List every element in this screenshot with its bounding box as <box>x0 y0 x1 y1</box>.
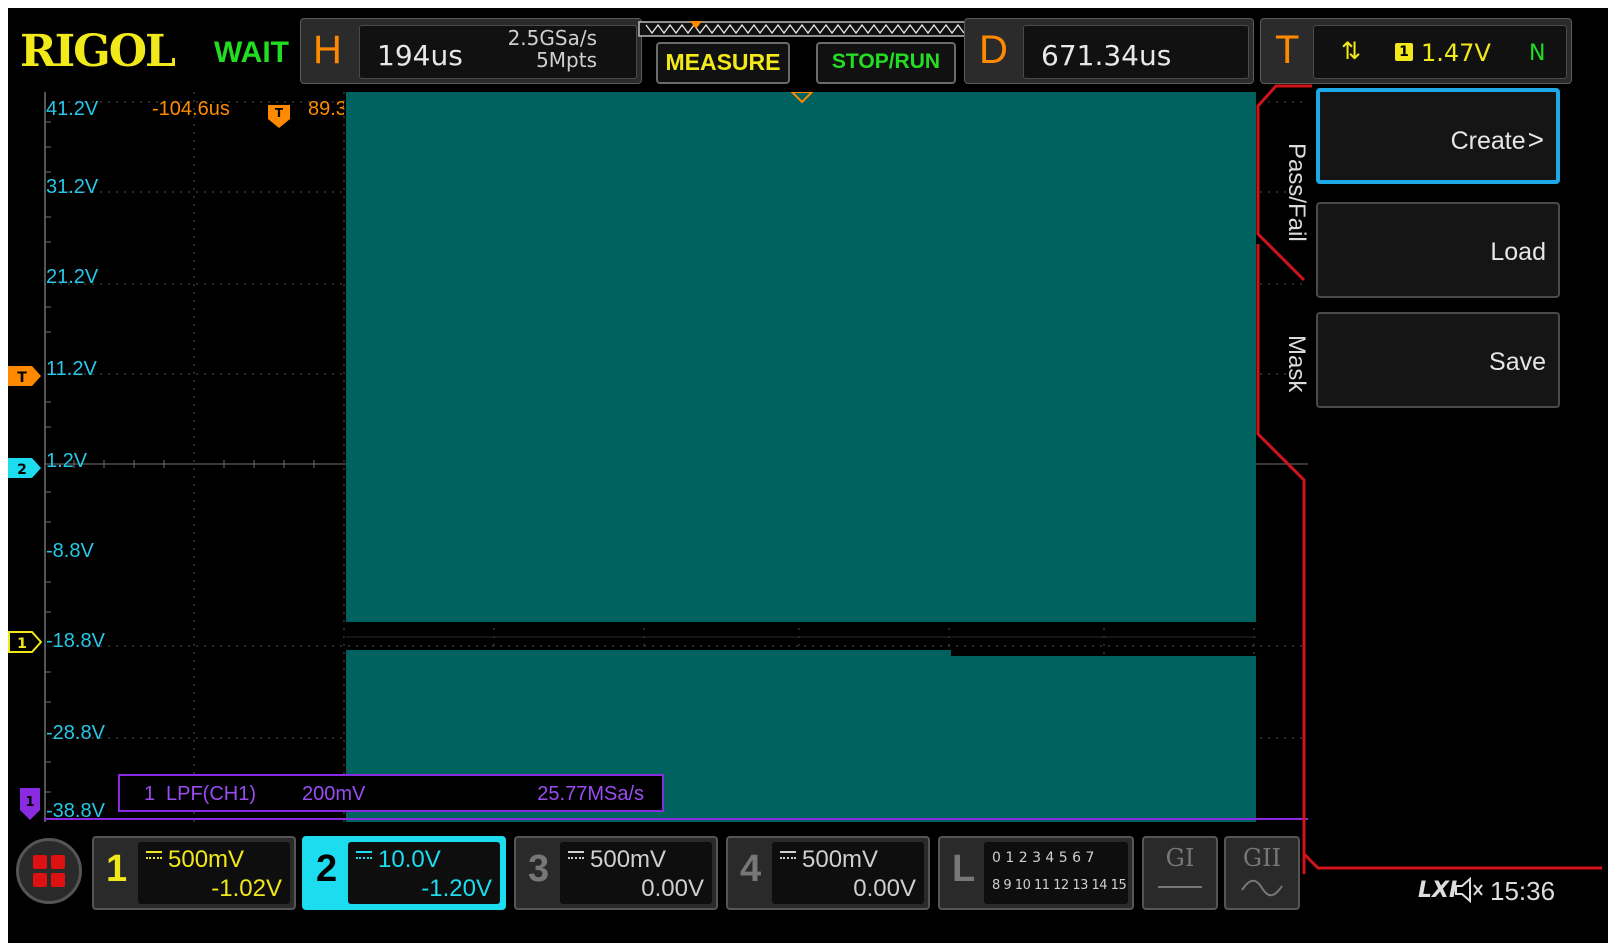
channel-scale: 500mV <box>146 846 244 874</box>
tab-mask[interactable]: Mask <box>1270 324 1310 404</box>
speaker-muted-icon[interactable] <box>1454 876 1484 904</box>
cursor-marker-letter: T <box>275 106 284 120</box>
logic-row-1: 0 1 2 3 4 5 6 7 <box>992 850 1095 866</box>
delay-value: 671.34us <box>1041 39 1172 72</box>
ch2-trace-upper <box>346 92 1256 624</box>
math-name: LPF(CH1) <box>166 783 257 805</box>
dc-coupling-icon <box>146 851 162 861</box>
volt-label: 11.2V <box>46 358 97 380</box>
math-info-box[interactable]: 1 LPF(CH1) 200mV 25.77MSa/s <box>118 774 664 812</box>
chevron-right-icon: > <box>1527 124 1544 155</box>
generator-1-button[interactable]: GI <box>1142 836 1218 910</box>
channel-4-panel[interactable]: 4 500mV 0.00V <box>726 836 930 910</box>
stop-run-button[interactable]: STOP/RUN <box>816 42 956 84</box>
lxi-logo: LXI <box>1418 878 1458 903</box>
create-button[interactable]: Create> <box>1316 88 1560 184</box>
home-button[interactable] <box>16 838 82 904</box>
logic-readout: 0 1 2 3 4 5 6 7 8 9 10 11 12 13 14 15 <box>984 842 1128 904</box>
volt-label: -8.8V <box>46 540 94 562</box>
grid-menu-icon <box>33 855 65 887</box>
trigger-source-badge: 1 <box>1395 43 1413 61</box>
generator-2-button[interactable]: GII <box>1224 836 1300 910</box>
trigger-label: T <box>1275 28 1300 72</box>
channel-readout: 500mV -1.02V <box>138 842 290 904</box>
channel-number: 4 <box>740 848 762 890</box>
oscilloscope-screen: RIGOL WAIT H 194us 2.5GSa/s 5Mpts MEASUR… <box>8 8 1608 943</box>
menu-frame-bottom <box>1302 854 1602 870</box>
dc-coupling-icon <box>780 851 796 861</box>
save-button[interactable]: Save <box>1316 312 1560 408</box>
channel-number: 2 <box>316 848 338 890</box>
channel-readout: 10.0V -1.20V <box>348 842 500 904</box>
math-rate: 25.77MSa/s <box>537 783 644 805</box>
channel-offset: 0.00V <box>641 875 704 902</box>
volt-label: 31.2V <box>46 176 99 198</box>
trigger-edge-icon: ⇅ <box>1341 37 1362 65</box>
volt-label: -28.8V <box>46 722 105 744</box>
volt-label: 1.2V <box>46 450 88 472</box>
trigger-level: 1.47V <box>1421 39 1491 67</box>
volt-label: -38.8V <box>46 800 105 822</box>
channel-number: 1 <box>106 848 128 890</box>
logic-label: L <box>952 848 976 890</box>
channel-offset: -1.20V <box>421 875 492 902</box>
volt-label: 41.2V <box>46 98 99 120</box>
channel-scale: 10.0V <box>356 846 441 874</box>
channel-offset: -1.02V <box>211 875 282 902</box>
channel-3-panel[interactable]: 3 500mV 0.00V <box>514 836 718 910</box>
channel-offset: 0.00V <box>853 875 916 902</box>
delay-label: D <box>979 28 1008 72</box>
channel-2-panel[interactable]: 2 10.0V -1.20V <box>302 836 506 910</box>
sine-wave-icon <box>1241 879 1283 897</box>
generator-1-icon <box>1158 886 1202 888</box>
cursor-time-b: 89.3 <box>308 98 344 120</box>
trigger-panel[interactable]: T ⇅ 1 1.47V N <box>1260 18 1572 84</box>
load-button[interactable]: Load <box>1316 202 1560 298</box>
channel-scale: 500mV <box>568 846 666 874</box>
memory-depth: 5Mpts <box>536 48 597 72</box>
svg-text:1: 1 <box>17 636 27 652</box>
channel-readout: 500mV 0.00V <box>772 842 924 904</box>
create-label: Create <box>1450 127 1526 155</box>
dc-coupling-icon <box>568 851 584 861</box>
dc-coupling-icon <box>356 851 372 861</box>
sample-rate: 2.5GSa/s <box>507 26 597 50</box>
ch1-offset-marker[interactable]: 1 <box>8 630 42 654</box>
ch2-offset-marker[interactable]: 2 <box>8 456 42 480</box>
clock: 15:36 <box>1490 876 1556 906</box>
svg-text:1: 1 <box>25 795 34 810</box>
tab-pass-fail[interactable]: Pass/Fail <box>1270 132 1310 252</box>
channel-readout: 500mV 0.00V <box>560 842 712 904</box>
ch2-trace-lower-right <box>951 656 1256 822</box>
measure-button[interactable]: MEASURE <box>656 42 790 84</box>
svg-text:T: T <box>17 370 27 386</box>
svg-text:2: 2 <box>17 462 27 478</box>
logic-row-2: 8 9 10 11 12 13 14 15 <box>992 878 1127 893</box>
math-id: 1 <box>144 783 156 805</box>
cursor-time-a: -104.6us <box>152 98 230 120</box>
generator-1-label: GI <box>1165 844 1195 872</box>
channel-scale: 500mV <box>780 846 878 874</box>
generator-2-label: GII <box>1242 844 1282 872</box>
math-scale: 200mV <box>302 783 366 805</box>
trigger-level-marker[interactable]: T <box>8 364 42 388</box>
delay-panel[interactable]: D 671.34us <box>964 18 1254 84</box>
volt-label: 21.2V <box>46 266 99 288</box>
channel-1-panel[interactable]: 1 500mV -1.02V <box>92 836 296 910</box>
trigger-mode: N <box>1529 41 1546 66</box>
timebase-value: 194us <box>377 39 463 72</box>
math-offset-marker[interactable]: 1 <box>18 786 44 822</box>
channel-number: 3 <box>528 848 550 890</box>
volt-label: -18.8V <box>46 630 105 652</box>
logic-panel[interactable]: L 0 1 2 3 4 5 6 7 8 9 10 11 12 13 14 15 <box>938 836 1134 910</box>
waveform-overview[interactable] <box>638 18 974 40</box>
horizontal-panel[interactable]: H 194us 2.5GSa/s 5Mpts <box>300 18 642 84</box>
horizontal-label: H <box>313 28 342 72</box>
run-state-indicator[interactable]: WAIT <box>214 36 289 70</box>
rigol-logo: RIGOL <box>20 26 176 77</box>
waveform-grid[interactable]: T <box>44 92 1308 822</box>
